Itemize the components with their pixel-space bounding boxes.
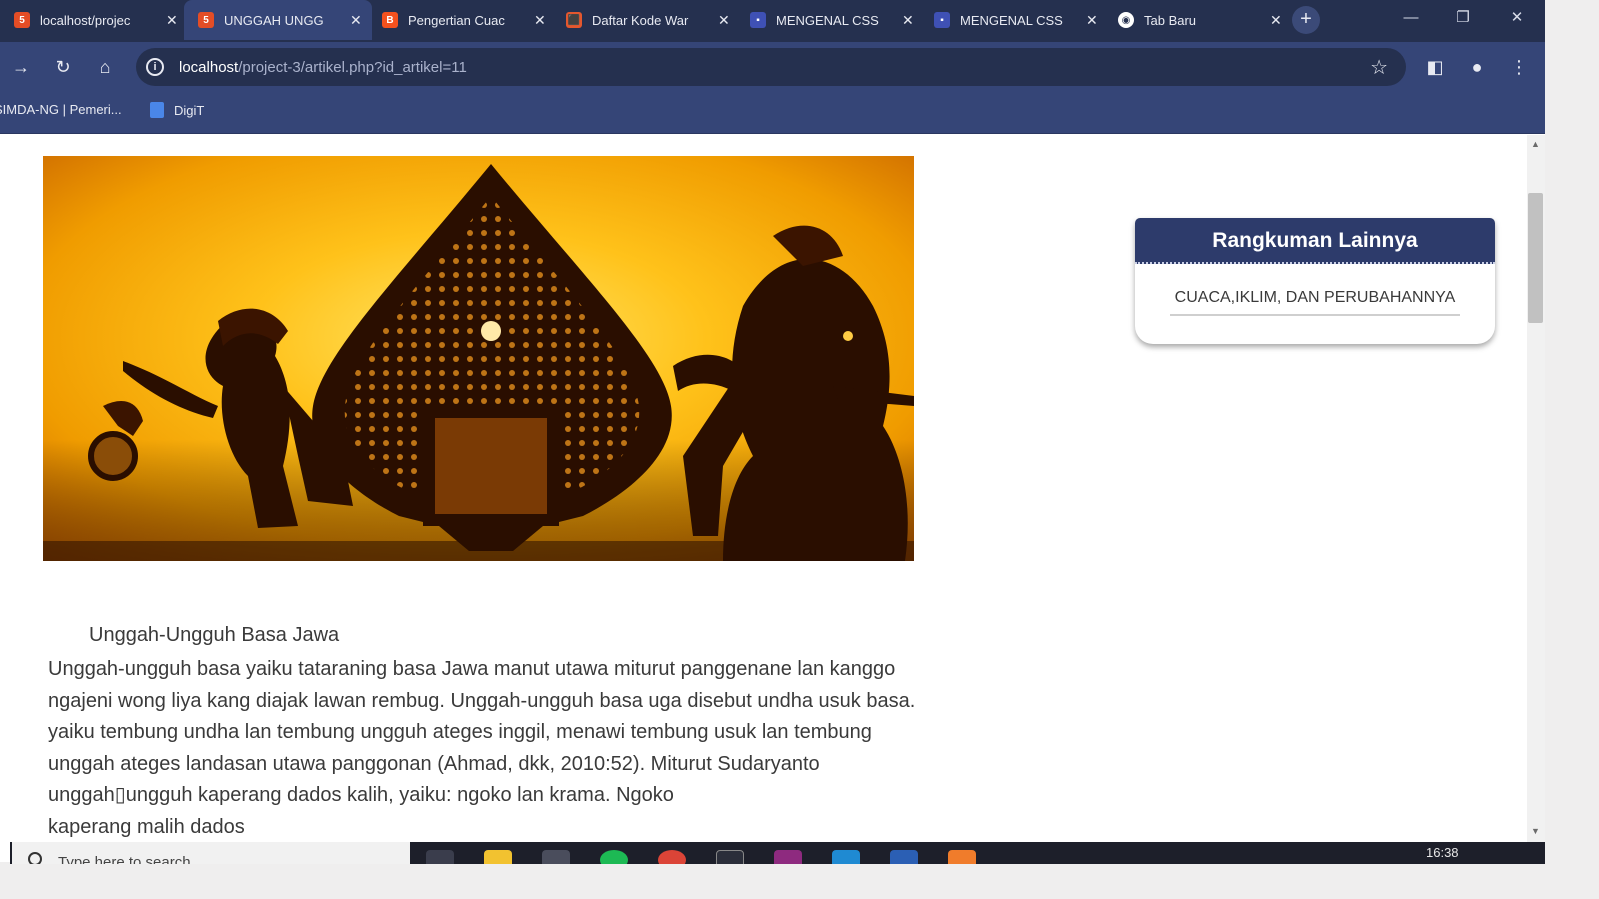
wayang-shadow-image [43,156,914,561]
terminal-icon[interactable] [716,850,744,864]
page-viewport: Unggah-Ungguh Basa Jawa Unggah-ungguh ba… [0,135,1527,842]
menu-kebab-icon[interactable]: ⋮ [1506,54,1532,80]
word-icon[interactable] [890,850,918,864]
address-bar[interactable]: i localhost/project-3/artikel.php?id_art… [136,48,1406,86]
chrome-icon[interactable] [542,850,570,864]
page-scrollbar[interactable]: ▲ ▼ [1527,135,1545,842]
document-icon [150,102,164,118]
blogger-icon: B [382,12,398,28]
article-body: Unggah-ungguh basa yaiku tataraning basa… [48,654,968,842]
task-view-icon[interactable] [426,850,454,864]
tab-bar: 5 localhost/projec ✕ 5 UNGGAH UNGG ✕ B P… [0,0,1545,42]
url-text[interactable]: localhost/project-3/artikel.php?id_artik… [179,59,467,76]
search-placeholder: Type here to search [58,854,191,864]
html-file-icon: 5 [198,12,214,28]
winrar-icon[interactable] [774,850,802,864]
bookmark-simda-ng[interactable]: SIMDA-NG | Pemeri... [0,102,122,117]
article-title: Unggah-Ungguh Basa Jawa [89,624,340,646]
close-tab-icon[interactable]: ✕ [350,12,362,29]
tab-title: MENGENAL CSS [776,12,879,28]
article-line: unggah▯ungguh kaperang dados kalih, yaik… [48,784,674,806]
html-file-icon: 5 [14,12,30,28]
browser-toolbar: → ↻ ⌂ i localhost/project-3/artikel.php?… [0,42,1545,90]
bookmark-label: DigiT [174,102,205,118]
search-icon [28,852,42,864]
scroll-thumb[interactable] [1528,193,1543,323]
article-line: ngajeni wong liya kang diajak lawan remb… [48,689,916,712]
scroll-down-arrow-icon[interactable]: ▼ [1531,826,1540,836]
chrome-icon: ◉ [1118,12,1134,28]
close-tab-icon[interactable]: ✕ [166,12,178,29]
restore-icon[interactable]: ❐ [1448,6,1478,30]
url-path: /project-3/artikel.php?id_artikel=11 [238,59,467,76]
close-tab-icon[interactable]: ✕ [1270,12,1282,29]
tab-pengertian-cuaca[interactable]: B Pengertian Cuac ✕ [368,0,556,40]
tab-title: localhost/projec [40,12,131,28]
home-icon[interactable]: ⌂ [92,54,118,80]
close-tab-icon[interactable]: ✕ [718,12,730,29]
tab-tab-baru[interactable]: ◉ Tab Baru ✕ [1104,0,1292,40]
tab-daftar-kode-warna[interactable]: ⬛ Daftar Kode War ✕ [552,0,740,40]
windows-taskbar: Type here to search 16:38 [10,842,1545,864]
article-line: yaiku tembung undha lan tembung ungguh a… [48,721,872,743]
site-info-icon[interactable]: i [146,58,164,76]
url-host: localhost [179,59,239,76]
chrome-icon[interactable] [658,850,686,864]
browser-window: 5 localhost/projec ✕ 5 UNGGAH UNGG ✕ B P… [0,0,1545,862]
close-window-icon[interactable]: ✕ [1502,6,1532,30]
site-icon: ⬛ [566,12,582,28]
article-line: Unggah-ungguh basa yaiku tataraning basa… [48,658,896,680]
site-icon: ▪ [934,12,950,28]
bookmark-star-icon[interactable]: ☆ [1370,55,1388,80]
bookmark-digit[interactable]: DigiT [150,102,204,118]
tab-title: UNGGAH UNGG [224,12,324,28]
spotify-icon[interactable] [600,850,628,864]
minimize-icon[interactable]: — [1396,6,1426,30]
tab-localhost[interactable]: 5 localhost/projec ✕ [0,0,188,40]
new-tab-button[interactable]: + [1292,6,1320,34]
related-summaries-title: Rangkuman Lainnya [1135,218,1495,264]
profile-icon[interactable]: ● [1464,54,1490,80]
vscode-icon[interactable] [832,850,860,864]
close-tab-icon[interactable]: ✕ [902,12,914,29]
related-summary-link[interactable]: CUACA,IKLIM, DAN PERUBAHANNYA [1170,284,1460,316]
taskbar-clock[interactable]: 16:38 [1426,845,1459,860]
tab-title: Tab Baru [1144,12,1197,28]
xampp-icon[interactable] [948,850,976,864]
tab-mengenal-css-2[interactable]: ▪ MENGENAL CSS ✕ [920,0,1108,40]
tab-title: MENGENAL CSS [960,12,1063,28]
scroll-up-arrow-icon[interactable]: ▲ [1531,139,1540,149]
side-panel-icon[interactable]: ◧ [1422,54,1448,80]
tab-title: Pengertian Cuac [408,12,505,28]
site-icon: ▪ [750,12,766,28]
bookmark-label: SIMDA-NG | Pemeri... [0,102,122,117]
related-summaries-card: Rangkuman Lainnya CUACA,IKLIM, DAN PERUB… [1135,218,1495,344]
article-line: kaperang malih dados [48,815,245,838]
taskbar-search-box[interactable]: Type here to search [12,842,410,864]
close-tab-icon[interactable]: ✕ [1086,12,1098,29]
article-hero-image [43,156,914,561]
forward-icon[interactable]: → [8,54,34,80]
tab-unggah-ungguh[interactable]: 5 UNGGAH UNGG ✕ [184,0,372,40]
bookmarks-bar: SIMDA-NG | Pemeri... DigiT [0,90,1545,134]
file-explorer-icon[interactable] [484,850,512,864]
reload-icon[interactable]: ↻ [50,54,76,80]
article-line: unggah ateges landasan utawa panggonan (… [48,752,820,775]
tab-title: Daftar Kode War [592,12,689,28]
close-tab-icon[interactable]: ✕ [534,12,546,29]
tab-mengenal-css-1[interactable]: ▪ MENGENAL CSS ✕ [736,0,924,40]
